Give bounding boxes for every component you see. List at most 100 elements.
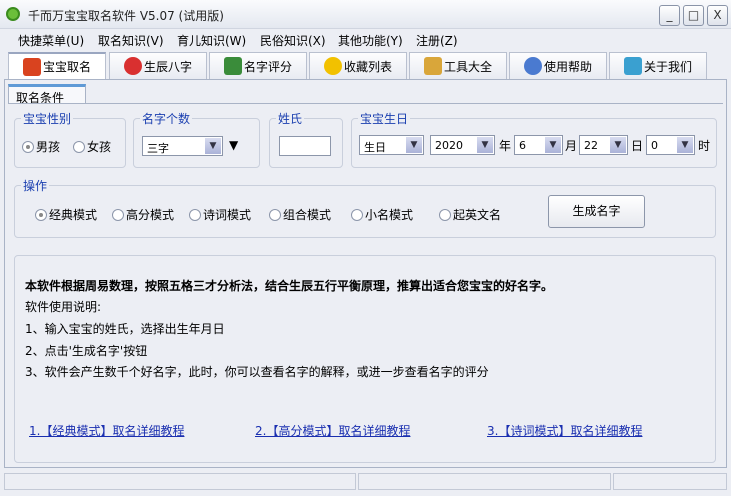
app-icon	[6, 7, 20, 21]
tab-label: 工具大全	[443, 59, 492, 74]
tab-label: 使用帮助	[543, 59, 592, 74]
tab-about[interactable]: 关于我们	[609, 52, 707, 79]
tab-label: 宝宝取名	[42, 60, 91, 74]
radio-label: 女孩	[87, 140, 112, 154]
menu-bar: 快捷菜单(U) 取名知识(V) 育儿知识(W) 民俗知识(X) 其他功能(Y) …	[0, 29, 731, 50]
month-unit: 月	[565, 139, 578, 153]
radio-combo-mode[interactable]: 组合模式	[269, 206, 331, 223]
radio-english-name[interactable]: 起英文名	[439, 206, 501, 223]
chart-icon	[623, 57, 642, 75]
radio-label: 诗词模式	[203, 208, 252, 222]
subtab-naming-conditions[interactable]: 取名条件	[8, 84, 86, 105]
magnifier-icon	[523, 57, 542, 75]
date-type-select[interactable]: 生日 ▼	[359, 135, 424, 155]
month-select[interactable]: 6 ▼	[514, 135, 563, 155]
radio-dot	[112, 208, 124, 221]
radio-dot	[269, 208, 281, 221]
radio-nickname-mode[interactable]: 小名模式	[351, 206, 413, 223]
clipboard-icon	[423, 57, 442, 75]
status-section	[358, 473, 611, 490]
chevron-down-icon: ▼	[677, 137, 693, 153]
select-value: 生日	[364, 141, 386, 154]
menu-folk[interactable]: 民俗知识(X)	[260, 32, 326, 49]
radio-label: 小名模式	[365, 208, 414, 222]
operation-group: 操作 经典模式 高分模式 诗词模式 组合模式 小名模式 起英文名 生成名字	[14, 177, 716, 238]
operation-label: 操作	[21, 177, 50, 194]
hour-select[interactable]: 0 ▼	[646, 135, 695, 155]
tab-baby-naming[interactable]: 宝宝取名	[8, 52, 106, 79]
radio-dot	[22, 140, 34, 153]
radio-dot	[189, 208, 201, 221]
name-count-label: 名字个数	[140, 110, 193, 127]
radio-label: 男孩	[36, 140, 61, 154]
radio-dot	[73, 140, 85, 153]
tab-name-score[interactable]: 名字评分	[209, 52, 307, 79]
chevron-down-icon: ▼	[406, 137, 422, 153]
maximize-button[interactable]: □	[683, 5, 704, 26]
person-icon	[223, 57, 242, 75]
menu-other[interactable]: 其他功能(Y)	[338, 32, 403, 49]
surname-label: 姓氏	[276, 110, 305, 127]
radio-poetry-mode[interactable]: 诗词模式	[189, 206, 251, 223]
day-select[interactable]: 22 ▼	[579, 135, 628, 155]
select-value: 三字	[147, 142, 169, 155]
dropdown-arrow-icon[interactable]: ▼	[229, 138, 238, 152]
select-value: 0	[651, 139, 658, 152]
chevron-down-icon: ▼	[545, 137, 561, 153]
info-box: 本软件根据周易数理，按照五格三才分析法，结合生辰五行平衡原理，推算出适合您宝宝的…	[14, 255, 716, 463]
radio-dot	[439, 208, 451, 221]
select-value: 6	[519, 139, 526, 152]
radio-dot	[351, 208, 363, 221]
generate-name-button[interactable]: 生成名字	[548, 195, 645, 228]
chevron-down-icon: ▼	[477, 137, 493, 153]
name-count-select[interactable]: 三字 ▼	[142, 136, 223, 156]
info-step: 3、软件会产生数千个好名字，此时，你可以查看名字的解释，或进一步查看名字的评分	[25, 365, 489, 379]
radio-label: 组合模式	[283, 208, 332, 222]
radio-high-score-mode[interactable]: 高分模式	[112, 206, 174, 223]
info-headline: 本软件根据周易数理，按照五格三才分析法，结合生辰五行平衡原理，推算出适合您宝宝的…	[25, 279, 554, 293]
chevron-down-icon: ▼	[610, 137, 626, 153]
classic-tutorial-link[interactable]: 1.【经典模式】取名详细教程	[29, 422, 184, 439]
gender-label: 宝宝性别	[21, 110, 74, 127]
status-section	[613, 473, 727, 490]
tab-label: 名字评分	[243, 59, 292, 74]
radio-label: 经典模式	[49, 208, 98, 222]
surname-group: 姓氏	[269, 110, 343, 168]
info-step: 2、点击'生成名字'按钮	[25, 344, 148, 358]
chevron-down-icon: ▼	[205, 138, 221, 154]
tab-label: 收藏列表	[343, 59, 392, 74]
select-value: 2020	[435, 139, 463, 152]
year-unit: 年	[499, 139, 512, 153]
radio-boy[interactable]: 男孩	[22, 138, 60, 155]
tab-bazi[interactable]: 生辰八字	[109, 52, 207, 79]
birthday-label: 宝宝生日	[358, 110, 411, 127]
house-icon	[22, 57, 41, 76]
year-select[interactable]: 2020 ▼	[430, 135, 495, 155]
high-score-tutorial-link[interactable]: 2.【高分模式】取名详细教程	[255, 422, 410, 439]
gender-group: 宝宝性别 男孩 女孩	[14, 110, 126, 168]
star-icon	[323, 57, 342, 75]
name-count-group: 名字个数 三字 ▼ ▼	[133, 110, 260, 168]
info-title: 软件使用说明:	[25, 300, 102, 314]
info-step: 1、输入宝宝的姓氏，选择出生年月日	[25, 322, 225, 336]
divider	[8, 103, 723, 104]
poetry-tutorial-link[interactable]: 3.【诗词模式】取名详细教程	[487, 422, 642, 439]
menu-shortcut[interactable]: 快捷菜单(U)	[18, 32, 84, 49]
surname-input[interactable]	[279, 136, 331, 156]
tab-favorites[interactable]: 收藏列表	[309, 52, 407, 79]
radio-girl[interactable]: 女孩	[73, 138, 111, 155]
day-unit: 日	[631, 139, 644, 153]
title-bar: 千而万宝宝取名软件 V5.07 (试用版) _ □ X	[0, 0, 731, 29]
select-value: 22	[584, 139, 598, 152]
menu-parenting[interactable]: 育儿知识(W)	[177, 32, 246, 49]
tab-help[interactable]: 使用帮助	[509, 52, 607, 79]
close-button[interactable]: X	[707, 5, 728, 26]
tab-tools[interactable]: 工具大全	[409, 52, 507, 79]
tab-label: 关于我们	[643, 59, 692, 74]
menu-naming-knowledge[interactable]: 取名知识(V)	[98, 32, 164, 49]
hour-unit: 时	[698, 139, 711, 153]
status-section	[4, 473, 356, 490]
radio-classic-mode[interactable]: 经典模式	[35, 206, 97, 223]
minimize-button[interactable]: _	[659, 5, 680, 26]
menu-register[interactable]: 注册(Z)	[416, 32, 458, 49]
